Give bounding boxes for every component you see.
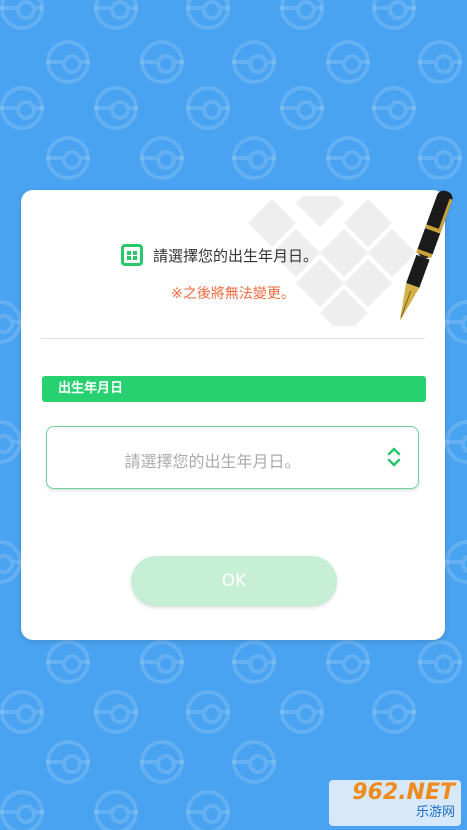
pokeball-icon: [232, 40, 276, 84]
pokeball-icon: [445, 420, 467, 464]
pokeball-icon: [94, 0, 138, 30]
pokeball-icon: [418, 640, 462, 684]
birthdate-select[interactable]: 請選擇您的出生年月日。: [46, 426, 419, 489]
pokeball-icon: [186, 790, 230, 830]
pokeball-icon: [140, 640, 184, 684]
pokeball-icon: [232, 136, 276, 180]
pokeball-icon: [140, 740, 184, 784]
pokeball-icon: [280, 0, 324, 30]
pokeball-icon: [418, 136, 462, 180]
watermark-sub-text: 乐游网: [415, 805, 455, 820]
pokeball-icon: [0, 420, 22, 464]
pokeball-icon: [0, 300, 22, 344]
pokeball-icon: [280, 690, 324, 734]
pokeball-icon: [0, 690, 44, 734]
pokeball-icon: [0, 540, 22, 584]
pokeball-icon: [186, 0, 230, 30]
divider: [41, 338, 425, 339]
pokeball-icon: [186, 690, 230, 734]
pokeball-icon: [445, 540, 467, 584]
pokeball-icon: [46, 40, 90, 84]
pokeball-icon: [46, 740, 90, 784]
pokeball-icon: [140, 40, 184, 84]
pokeball-icon: [326, 640, 370, 684]
pokeball-icon: [232, 740, 276, 784]
pokeball-icon: [326, 136, 370, 180]
fountain-pen-icon: [399, 190, 453, 322]
pokeball-icon: [140, 136, 184, 180]
dialog-title-row: 請選擇您的出生年月日。: [121, 244, 318, 266]
site-watermark-logo: 962.NET 乐游网: [329, 780, 461, 826]
pokeball-icon: [94, 690, 138, 734]
pokeball-icon: [372, 690, 416, 734]
birthdate-select-placeholder: 請選擇您的出生年月日。: [124, 452, 301, 471]
dialog-title: 請選擇您的出生年月日。: [153, 246, 319, 265]
pokeball-icon: [418, 40, 462, 84]
pokeball-icon: [0, 0, 44, 30]
pokeball-icon: [46, 136, 90, 180]
pokeball-icon: [372, 0, 416, 30]
birthdate-section-label: 出生年月日: [42, 376, 426, 402]
watermark-main-text: 962.NET: [352, 780, 455, 805]
pokeball-icon: [372, 86, 416, 130]
pokeball-icon: [280, 86, 324, 130]
pokeball-icon: [94, 790, 138, 830]
calendar-icon: [121, 244, 143, 266]
chevron-updown-icon: [387, 447, 401, 467]
pokeball-icon: [94, 86, 138, 130]
pokeball-icon: [326, 40, 370, 84]
diamond-shape: [295, 196, 345, 228]
pokeball-icon: [232, 640, 276, 684]
pokeball-icon: [0, 86, 44, 130]
ok-button[interactable]: OK: [131, 556, 337, 606]
pokeball-icon: [46, 640, 90, 684]
pokeball-icon: [0, 790, 44, 830]
pokeball-icon: [186, 86, 230, 130]
